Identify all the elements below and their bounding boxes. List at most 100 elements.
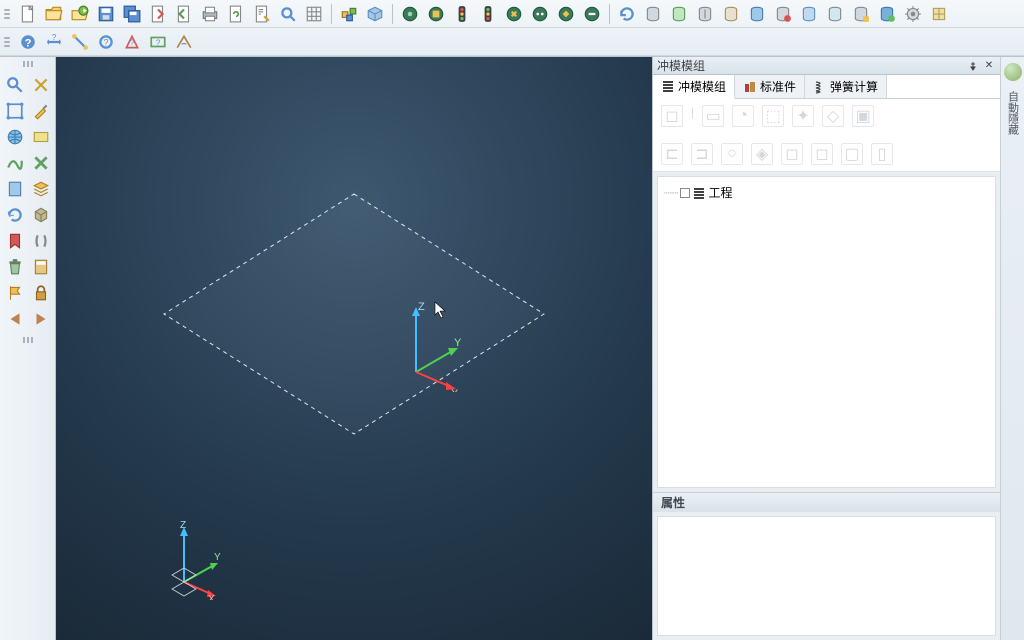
rect-select-button[interactable] [29,125,53,149]
box-button[interactable] [29,203,53,227]
assembly-button[interactable] [337,2,361,26]
panel-title: 冲模模组 [657,57,964,74]
measure-6-button[interactable] [172,30,196,54]
view-2-button[interactable] [424,2,448,26]
module-icon [692,186,706,200]
module-icon [661,79,675,93]
measure-4-button[interactable]: ? [120,30,144,54]
tree-checkbox[interactable] [680,188,690,198]
save-button[interactable] [94,2,118,26]
sub-tool-12: ◻ [781,143,803,165]
cross-green-button[interactable] [29,151,53,175]
x-axis-label: X [451,388,459,392]
grid-button[interactable] [302,2,326,26]
cylinder-3-button[interactable] [693,2,717,26]
sub-tool-15: ▯ [871,143,893,165]
close-panel-button[interactable]: ✕ [982,59,996,73]
arrow-left-button[interactable] [3,307,27,331]
bookmark-button[interactable] [3,229,27,253]
separator [331,4,332,24]
cylinder-6-button[interactable] [771,2,795,26]
view-triad: Z Y X [166,520,228,600]
cylinder-2-button[interactable] [667,2,691,26]
help-button[interactable]: ? [16,30,40,54]
paint-button[interactable] [29,99,53,123]
doc-blue-button[interactable] [3,177,27,201]
globe-button[interactable] [3,125,27,149]
refresh-button[interactable] [615,2,639,26]
part-button[interactable] [363,2,387,26]
tree-root-row[interactable]: ┈┈ 工程 [662,183,991,202]
measure-2-button[interactable] [68,30,92,54]
pin-button[interactable] [966,59,980,73]
view-4-button[interactable] [528,2,552,26]
tool-final-button[interactable] [927,2,951,26]
tab-label: 标准件 [760,78,796,95]
cylinder-8-button[interactable] [823,2,847,26]
tab-standard-parts[interactable]: 标准件 [735,75,805,98]
print-button[interactable] [198,2,222,26]
user-avatar-icon[interactable] [1004,63,1022,81]
import-button[interactable] [172,2,196,26]
sub-tool-9: ⊐ [691,143,713,165]
3d-viewport[interactable]: Z Y X Z Y X [56,57,652,640]
properties-body[interactable] [657,516,996,636]
measure-3-button[interactable]: ? [94,30,118,54]
separator [609,4,610,24]
cylinder-9-button[interactable] [849,2,873,26]
toolbar-row-1 [0,0,1024,28]
sub-tool-4: ⬚ [762,105,784,127]
svg-text:?: ? [103,37,108,47]
trash-button[interactable] [3,255,27,279]
cylinder-10-button[interactable] [875,2,899,26]
cylinder-4-button[interactable] [719,2,743,26]
left-toolbar-grip[interactable] [8,61,48,67]
tab-die-module[interactable]: 冲模模组 [653,75,735,99]
panel-tabs: 冲模模组 标准件 弹簧计算 [653,75,1000,99]
lock-button[interactable] [29,281,53,305]
measure-5-button[interactable]: ? [146,30,170,54]
refresh-doc-button[interactable] [224,2,248,26]
curve-button[interactable] [3,151,27,175]
layer-button[interactable] [29,177,53,201]
calc-button[interactable] [29,255,53,279]
traffic-2-button[interactable] [476,2,500,26]
flag-button[interactable] [3,281,27,305]
view-5-button[interactable] [554,2,578,26]
svg-text:?: ? [25,37,32,49]
recent-folder-button[interactable] [68,2,92,26]
cylinder-5-button[interactable] [745,2,769,26]
z-axis-label-corner: Z [180,520,186,531]
arrow-right-button[interactable] [29,307,53,331]
y-axis-label-corner: Y [214,552,221,563]
zoom-button[interactable] [3,73,27,97]
toolbar-grip[interactable] [4,4,10,24]
new-file-button[interactable] [16,2,40,26]
autohide-label[interactable]: 自動隱藏 [1005,91,1021,135]
toolbar-grip[interactable] [4,32,10,52]
cylinder-1-button[interactable] [641,2,665,26]
view-3-button[interactable] [502,2,526,26]
sub-tool-1: ◻ [661,105,683,127]
open-folder-button[interactable] [42,2,66,26]
properties-header: 属性 [653,492,1000,512]
view-1-button[interactable] [398,2,422,26]
cylinder-7-button[interactable] [797,2,821,26]
left-toolbar-grip-bottom[interactable] [8,337,48,343]
frame-button[interactable] [3,99,27,123]
traffic-button[interactable] [450,2,474,26]
settings-button[interactable] [901,2,925,26]
tab-spring-calc[interactable]: 弹簧计算 [805,75,887,98]
bracket-button[interactable] [29,229,53,253]
view-6-button[interactable] [580,2,604,26]
export-button[interactable] [146,2,170,26]
project-tree[interactable]: ┈┈ 工程 [657,176,996,488]
save-all-button[interactable] [120,2,144,26]
sub-tool-7: ▣ [852,105,874,127]
search-button[interactable] [276,2,300,26]
reload-button[interactable] [3,203,27,227]
link-button[interactable] [29,73,53,97]
script-button[interactable] [250,2,274,26]
measure-1-button[interactable]: ? [42,30,66,54]
sub-tool-3: ◔ [732,105,754,127]
